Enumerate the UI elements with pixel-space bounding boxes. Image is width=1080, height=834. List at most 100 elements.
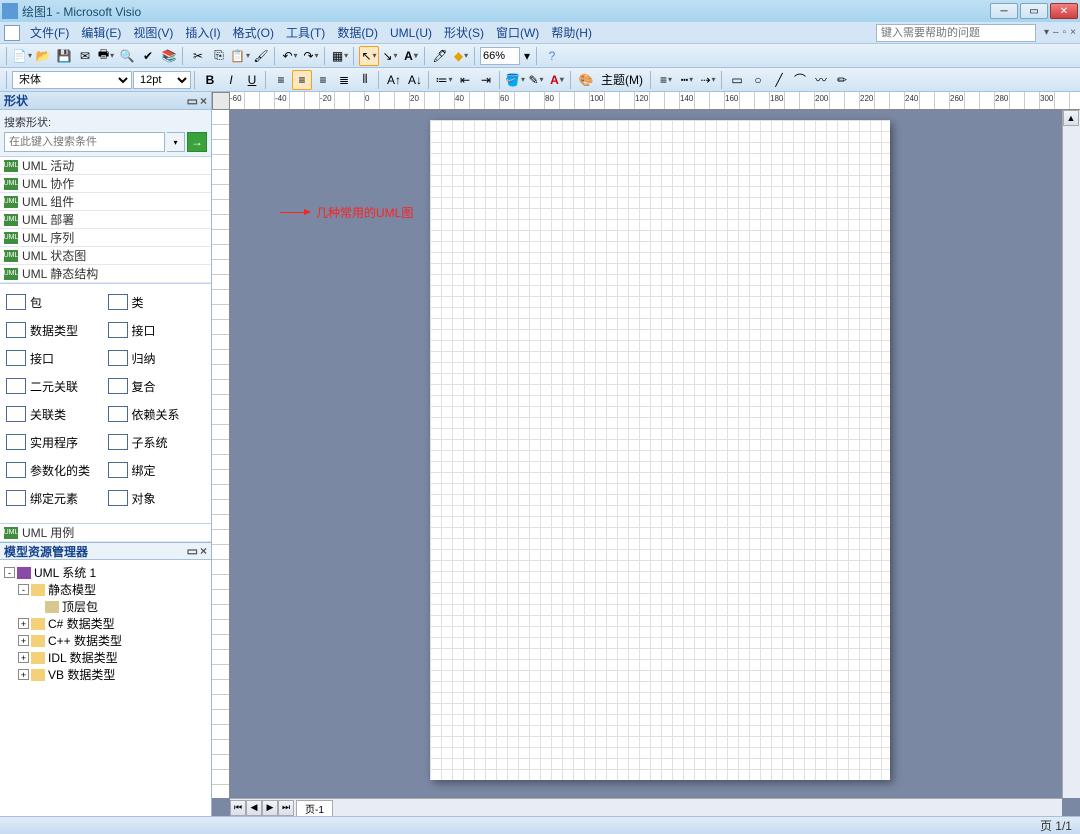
stencil-item[interactable]: UMLUML 状态图 [0, 247, 211, 265]
tree-node[interactable]: +C++ 数据类型 [4, 632, 207, 649]
copy-button[interactable]: ⎘ [209, 46, 229, 66]
minimize-button[interactable]: ─ [990, 3, 1018, 19]
shape-item[interactable]: 接口 [106, 316, 208, 344]
shape-item[interactable]: 包 [4, 288, 106, 316]
menu-view[interactable]: 视图(V) [127, 22, 179, 43]
tree-toggle-icon[interactable]: + [18, 635, 29, 646]
menu-format[interactable]: 格式(O) [227, 22, 280, 43]
pencil-tool[interactable]: ✏ [832, 70, 852, 90]
zoom-input[interactable] [480, 47, 520, 65]
theme-label[interactable]: 主题(M) [597, 71, 647, 88]
tree-node[interactable]: -静态模型 [4, 581, 207, 598]
menu-shape[interactable]: 形状(S) [438, 22, 490, 43]
font-color-button[interactable]: A [547, 70, 567, 90]
font-size-select[interactable]: 12pt [133, 71, 191, 89]
menu-help[interactable]: 帮助(H) [545, 22, 598, 43]
align-right-button[interactable]: ≡ [313, 70, 333, 90]
stencil-item[interactable]: UMLUML 用例 [0, 524, 211, 542]
sub-dropdown-icon[interactable]: ▾ [1044, 27, 1049, 38]
menu-window[interactable]: 窗口(W) [490, 22, 545, 43]
menu-tools[interactable]: 工具(T) [280, 22, 331, 43]
undo-button[interactable]: ↶ [280, 46, 300, 66]
vertical-scrollbar[interactable]: ▲ [1062, 110, 1080, 798]
panel-menu-icon[interactable]: ▭ [187, 94, 198, 108]
shape-item[interactable]: 绑定元素 [4, 484, 106, 512]
shape-item[interactable]: 依赖关系 [106, 400, 208, 428]
cut-button[interactable]: ✂ [188, 46, 208, 66]
shape-item[interactable]: 实用程序 [4, 428, 106, 456]
tree-node[interactable]: +VB 数据类型 [4, 666, 207, 683]
bold-button[interactable]: B [200, 70, 220, 90]
menu-edit[interactable]: 编辑(E) [75, 22, 127, 43]
email-button[interactable]: ✉ [75, 46, 95, 66]
increase-indent-button[interactable]: ⇥ [476, 70, 496, 90]
paste-button[interactable]: 📋 [230, 46, 250, 66]
freeform-tool[interactable]: 〰 [811, 70, 831, 90]
drawing-page[interactable] [430, 120, 890, 780]
fill-color-button[interactable]: ◆ [451, 46, 471, 66]
open-button[interactable]: 📂 [33, 46, 53, 66]
tree-toggle-icon[interactable]: + [18, 669, 29, 680]
tree-node[interactable]: +C# 数据类型 [4, 615, 207, 632]
zoom-dropdown[interactable]: ▾ [521, 46, 533, 66]
connector-tool-button[interactable]: ↘ [380, 46, 400, 66]
save-button[interactable]: 💾 [54, 46, 74, 66]
sub-close-icon[interactable]: × [1070, 27, 1076, 38]
italic-button[interactable]: I [221, 70, 241, 90]
bullets-button[interactable]: ≔ [434, 70, 454, 90]
research-button[interactable]: 📚 [159, 46, 179, 66]
line-ends-button[interactable]: ⇢ [698, 70, 718, 90]
underline-button[interactable]: U [242, 70, 262, 90]
shape-item[interactable]: 归纳 [106, 344, 208, 372]
distribute-button[interactable]: ⫴ [355, 70, 375, 90]
panel-close-icon[interactable]: × [200, 544, 207, 558]
panel-menu-icon[interactable]: ▭ [187, 544, 198, 558]
align-left-button[interactable]: ≡ [271, 70, 291, 90]
search-go-button[interactable]: → [187, 132, 207, 152]
menu-file[interactable]: 文件(F) [24, 22, 75, 43]
shape-item[interactable]: 数据类型 [4, 316, 106, 344]
tree-node[interactable]: -UML 系统 1 [4, 564, 207, 581]
sub-minimize-icon[interactable]: – [1053, 27, 1059, 38]
sub-restore-icon[interactable]: ▫ [1063, 27, 1067, 38]
prev-page-button[interactable]: ◀ [246, 800, 262, 816]
arc-tool[interactable]: ⌒ [790, 70, 810, 90]
shape-item[interactable]: 关联类 [4, 400, 106, 428]
search-dropdown[interactable]: ▾ [167, 132, 185, 152]
tree-toggle-icon[interactable]: + [18, 652, 29, 663]
first-page-button[interactable]: ⏮ [230, 800, 246, 816]
text-tool-button[interactable]: A [401, 46, 421, 66]
shape-item[interactable]: 二元关联 [4, 372, 106, 400]
page-tab[interactable]: 页-1 [296, 800, 333, 816]
search-input[interactable] [4, 132, 165, 152]
theme-icon[interactable]: 🎨 [576, 70, 596, 90]
increase-font-button[interactable]: A↑ [384, 70, 404, 90]
line-color-button[interactable]: ✎ [526, 70, 546, 90]
panel-close-icon[interactable]: × [200, 94, 207, 108]
font-name-select[interactable]: 宋体 [12, 71, 132, 89]
fill-button[interactable]: 🪣 [505, 70, 525, 90]
menu-uml[interactable]: UML(U) [384, 24, 438, 42]
ellipse-tool[interactable]: ○ [748, 70, 768, 90]
maximize-button[interactable]: ▭ [1020, 3, 1048, 19]
line-tool[interactable]: ╱ [769, 70, 789, 90]
close-button[interactable]: ✕ [1050, 3, 1078, 19]
new-button[interactable]: 📄 [12, 46, 32, 66]
format-painter-button[interactable]: 🖌 [251, 46, 271, 66]
line-pattern-button[interactable]: ┅ [677, 70, 697, 90]
rectangle-tool[interactable]: ▭ [727, 70, 747, 90]
tree-toggle-icon[interactable]: - [4, 567, 15, 578]
shape-item[interactable]: 复合 [106, 372, 208, 400]
help-search-input[interactable] [876, 24, 1036, 42]
align-justify-button[interactable]: ≣ [334, 70, 354, 90]
next-page-button[interactable]: ▶ [262, 800, 278, 816]
shape-item[interactable]: 绑定 [106, 456, 208, 484]
shape-item[interactable]: 类 [106, 288, 208, 316]
tree-toggle-icon[interactable]: + [18, 618, 29, 629]
align-center-button[interactable]: ≡ [292, 70, 312, 90]
shapes-button[interactable]: ▦ [330, 46, 350, 66]
stencil-item[interactable]: UMLUML 序列 [0, 229, 211, 247]
document-icon[interactable] [4, 25, 20, 41]
print-preview-button[interactable]: 🔍 [117, 46, 137, 66]
spellcheck-button[interactable]: ✔ [138, 46, 158, 66]
